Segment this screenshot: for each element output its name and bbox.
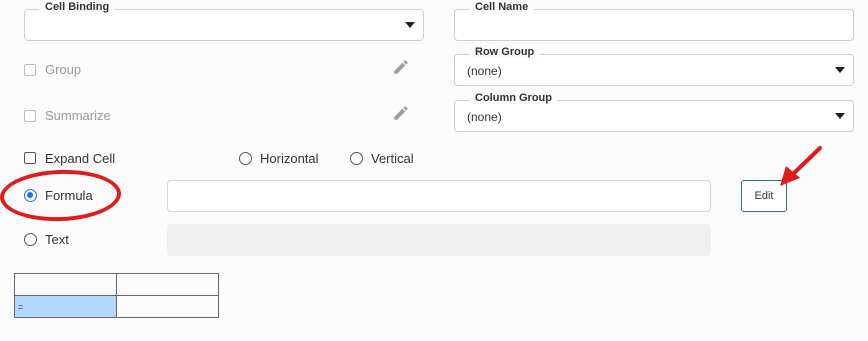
formula-input[interactable] bbox=[167, 180, 711, 212]
cell-name-field[interactable]: Cell Name bbox=[454, 1, 854, 41]
text-label: Text bbox=[45, 232, 69, 247]
group-label: Group bbox=[45, 62, 82, 77]
column-group-value: (none) bbox=[467, 110, 502, 124]
cell-name-legend: Cell Name bbox=[469, 1, 535, 13]
cell-binding-legend: Cell Binding bbox=[39, 1, 116, 13]
selected-table-cell[interactable]: = bbox=[14, 295, 117, 318]
row-group-legend: Row Group bbox=[469, 46, 541, 58]
cell-binding-select[interactable]: Cell Binding bbox=[24, 1, 424, 41]
arrow-annotation bbox=[780, 146, 822, 186]
column-group-select[interactable]: Column Group (none) bbox=[454, 92, 854, 132]
chevron-down-icon bbox=[835, 67, 845, 73]
table-cell[interactable] bbox=[116, 295, 219, 318]
table-row bbox=[14, 273, 219, 296]
expand-cell-label: Expand Cell bbox=[45, 151, 116, 166]
horizontal-radio[interactable] bbox=[239, 152, 252, 165]
pencil-icon[interactable] bbox=[392, 58, 410, 76]
pencil-icon[interactable] bbox=[392, 104, 410, 122]
chevron-down-icon bbox=[835, 113, 845, 119]
summarize-label: Summarize bbox=[45, 108, 111, 123]
vertical-radio[interactable] bbox=[350, 152, 363, 165]
summarize-checkbox[interactable] bbox=[24, 110, 36, 122]
highlight-ellipse bbox=[0, 167, 122, 224]
expand-cell-checkbox[interactable] bbox=[24, 152, 36, 164]
column-group-legend: Column Group bbox=[469, 92, 558, 104]
vertical-label: Vertical bbox=[371, 151, 414, 166]
table-cell[interactable] bbox=[116, 273, 219, 296]
text-input[interactable] bbox=[167, 224, 711, 256]
table-cell[interactable] bbox=[14, 273, 117, 296]
row-group-value: (none) bbox=[467, 64, 502, 78]
row-group-select[interactable]: Row Group (none) bbox=[454, 46, 854, 86]
group-checkbox[interactable] bbox=[24, 64, 36, 76]
horizontal-label: Horizontal bbox=[260, 151, 319, 166]
cell-preview-table: = bbox=[14, 273, 219, 318]
chevron-down-icon bbox=[405, 22, 415, 28]
text-radio[interactable] bbox=[24, 233, 37, 246]
table-row: = bbox=[14, 295, 219, 318]
